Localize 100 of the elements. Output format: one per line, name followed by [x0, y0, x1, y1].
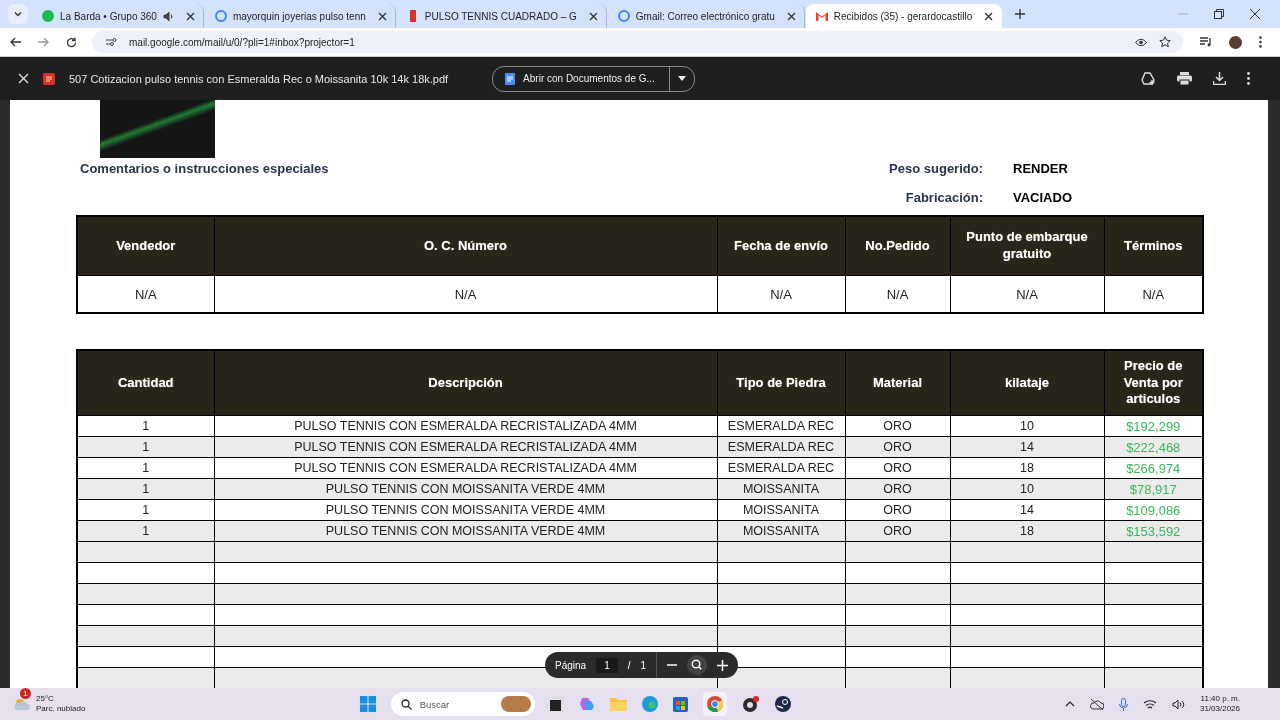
- table-cell: ESMERALDA REC: [717, 457, 845, 479]
- chevron-down-icon: [13, 9, 23, 19]
- field-label: Peso sugerido:: [888, 161, 984, 176]
- site-settings-icon[interactable]: [106, 37, 117, 47]
- page-separator: /: [627, 659, 631, 671]
- caret-icon: [677, 76, 686, 81]
- favicon-icon: [617, 10, 630, 22]
- close-icon[interactable]: [588, 11, 598, 21]
- close-icon[interactable]: [786, 11, 796, 21]
- task-view-icon[interactable]: [549, 697, 564, 711]
- back-icon[interactable]: [10, 37, 21, 47]
- forward-icon[interactable]: [38, 37, 49, 47]
- table-cell: 1: [77, 436, 214, 458]
- zoom-in-icon[interactable]: [717, 659, 729, 671]
- column-header: Términos: [1104, 216, 1203, 276]
- column-header: No.Pedido: [845, 216, 950, 276]
- notification-badge: 1: [20, 688, 31, 699]
- cloud-off-icon[interactable]: [1089, 698, 1104, 710]
- table-cell: ORO: [845, 415, 950, 437]
- table-cell: ORO: [845, 499, 950, 521]
- table-cell: PULSO TENNIS CON MOISSANITA VERDE 4MM: [214, 499, 717, 521]
- clock-time[interactable]: 11:40 p. m.: [1200, 693, 1240, 704]
- new-tab-icon[interactable]: [1015, 9, 1026, 19]
- table-cell: 10: [950, 415, 1104, 437]
- table-cell: 1: [77, 520, 214, 542]
- table-cell: 1: [77, 457, 214, 479]
- store-icon[interactable]: [672, 696, 688, 712]
- search-highlight-picture: [500, 696, 531, 712]
- column-header: Vendedor: [77, 216, 214, 276]
- table-cell: 14: [950, 499, 1104, 521]
- copilot-icon[interactable]: [578, 696, 595, 712]
- eye-icon[interactable]: [1135, 37, 1147, 47]
- comments-label: Comentarios o instrucciones especiales: [80, 161, 329, 176]
- page-total: 1: [640, 659, 647, 671]
- volume-icon[interactable]: [1171, 698, 1185, 710]
- clock-date[interactable]: 31/03/2026: [1199, 704, 1240, 715]
- download-icon[interactable]: [1213, 72, 1226, 85]
- field-value: RENDER: [1013, 161, 1068, 176]
- browser-tab[interactable]: Recibidos (35) - gerardocastillo: [805, 4, 1003, 28]
- table-cell: 1: [77, 499, 214, 521]
- field-value: VACIADO: [1013, 190, 1072, 205]
- file-name: 507 Cotizacion pulso tennis con Esmeralda Rec o Moissanita 10k 14k 18k.pdf: [69, 72, 449, 85]
- table-cell: PULSO TENNIS CON ESMERALDA RECRISTALIZADA 4MM: [214, 436, 717, 458]
- weather-condition-text: Parc. nublado: [36, 704, 86, 714]
- weather-cloud-icon: [14, 697, 30, 711]
- tab-title: PULSO TENNIS CUADRADO – G: [424, 10, 577, 22]
- field-label: Fabricación:: [904, 190, 984, 205]
- more-icon[interactable]: [1247, 72, 1250, 85]
- taskbar-search-field[interactable]: Buscar: [390, 692, 535, 716]
- table-cell: ORO: [845, 457, 950, 479]
- column-header: Precio de Venta por articulos: [1104, 350, 1203, 416]
- table-cell: PULSO TENNIS CON ESMERALDA RECRISTALIZADA 4MM: [214, 457, 717, 479]
- favicon-icon: [42, 10, 54, 22]
- restore-icon[interactable]: [1214, 9, 1224, 19]
- tab-title: mayorquin joyerias pulso tenn: [232, 10, 366, 22]
- table-cell: 18: [950, 457, 1104, 479]
- table-cell: 1: [77, 478, 214, 500]
- address-field[interactable]: mail.google.com/mail/u/0/?pli=1#inbox?projector=1: [92, 31, 1183, 53]
- column-header: Cantidad: [77, 350, 214, 416]
- column-header: Tipo de Piedra: [717, 350, 845, 416]
- steam-icon[interactable]: [774, 696, 791, 712]
- tab-title: La Barda • Grupo 360: [60, 10, 157, 22]
- tab-title: Gmail: Correo electrónico gratu: [635, 10, 775, 22]
- column-header: kilataje: [950, 350, 1104, 416]
- chevron-up-icon[interactable]: [1064, 701, 1075, 707]
- tab-title: Recibidos (35) - gerardocastillo: [833, 10, 973, 22]
- star-icon[interactable]: [1159, 36, 1171, 48]
- table-cell: PULSO TENNIS CON MOISSANITA VERDE 4MM: [214, 478, 717, 500]
- close-icon[interactable]: [1250, 9, 1260, 19]
- zoom-icon[interactable]: [687, 655, 708, 675]
- close-icon[interactable]: [984, 11, 994, 21]
- menu-icon[interactable]: [1259, 36, 1262, 48]
- table-cell: PULSO TENNIS CON MOISSANITA VERDE 4MM: [214, 520, 717, 542]
- search-icon: [400, 698, 412, 710]
- microphone-icon[interactable]: [1118, 697, 1128, 711]
- table-cell: 1: [77, 415, 214, 437]
- column-header: Material: [845, 350, 950, 416]
- reload-icon[interactable]: [66, 36, 77, 48]
- chrome-taskbar-button[interactable]: [702, 692, 727, 716]
- speaker-icon[interactable]: [162, 10, 174, 22]
- favicon-icon: [815, 10, 828, 22]
- wifi-icon[interactable]: [1142, 698, 1157, 710]
- column-header: O. C. Número: [214, 216, 717, 276]
- chrome-icon: [706, 696, 723, 712]
- table-cell: PULSO TENNIS CON ESMERALDA RECRISTALIZADA 4MM: [214, 415, 717, 437]
- close-icon[interactable]: [185, 11, 195, 21]
- print-icon[interactable]: [1177, 72, 1192, 85]
- tab-search-button[interactable]: [8, 4, 28, 24]
- obs-icon[interactable]: [741, 696, 760, 712]
- pdf-file-icon: [43, 72, 55, 85]
- table-cell: ESMERALDA REC: [717, 415, 845, 437]
- playlist-icon[interactable]: [1200, 37, 1212, 47]
- page-label: Página: [555, 659, 587, 671]
- close-icon[interactable]: [377, 11, 387, 21]
- table-cell: MOISSANITA: [717, 499, 845, 521]
- page-number-field[interactable]: 1: [596, 657, 618, 673]
- column-header: Descripción: [214, 350, 717, 416]
- windows-start-icon[interactable]: [359, 696, 376, 712]
- drive-add-icon[interactable]: [1141, 71, 1156, 86]
- profile-avatar[interactable]: [1229, 35, 1242, 49]
